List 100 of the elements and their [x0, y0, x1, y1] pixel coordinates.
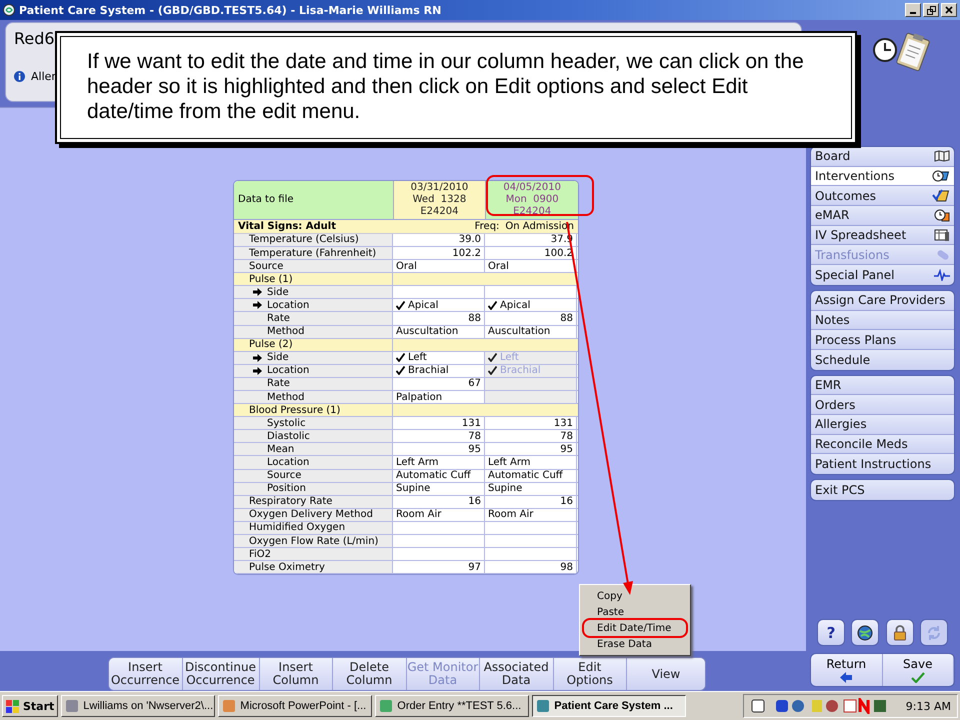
row-label: Diastolic — [267, 430, 310, 442]
taskbar-button[interactable]: Lwilliams on 'Nwserver2\... — [61, 695, 216, 717]
sidebar-item[interactable]: Interventions — [811, 166, 954, 186]
lock-icon — [892, 624, 907, 640]
row-label: Systolic — [267, 418, 306, 429]
toolbar-button[interactable]: Delete Column — [333, 658, 406, 690]
toolbar-button[interactable]: Edit Options — [554, 658, 627, 690]
toolbar-button[interactable]: Insert Column — [260, 658, 333, 690]
toolbar-button[interactable]: Discontinue Occurrence — [182, 658, 260, 690]
return-button[interactable]: Return — [811, 654, 882, 686]
app-icon — [3, 4, 15, 16]
row-label: Rate — [267, 312, 290, 324]
restore-button[interactable] — [923, 3, 939, 17]
row-label: Source — [249, 260, 284, 272]
table-cell[interactable]: Brachial — [393, 364, 485, 377]
toolbar-button[interactable]: Insert Occurrence — [109, 658, 182, 690]
sidebar-item[interactable]: Process Plans — [811, 330, 954, 350]
minimize-button[interactable] — [905, 3, 921, 17]
spreadsheet-icon — [934, 228, 950, 242]
sidebar-item[interactable]: Orders — [811, 395, 954, 415]
row-label: Temperature (Fahrenheit) — [249, 248, 376, 258]
row-label: Mean — [267, 444, 294, 455]
row-label: Side — [267, 352, 289, 364]
table-cell[interactable]: Automatic Cuff — [393, 470, 485, 482]
sidebar-item[interactable]: IV Spreadsheet — [811, 226, 954, 246]
map-icon — [934, 150, 950, 162]
taskbar-button[interactable]: Patient Care System ... — [532, 695, 686, 717]
sidebar-item[interactable]: Exit PCS — [811, 480, 954, 500]
clock-box-icon — [934, 208, 950, 222]
left-arrow-icon — [840, 672, 852, 683]
table-cell[interactable]: Auscultation — [393, 326, 485, 338]
row-label: Humidified Oxygen — [249, 522, 346, 534]
close-button[interactable] — [941, 3, 957, 17]
clock-time: 9:13 AM — [906, 700, 951, 712]
row-label: Method — [267, 392, 305, 403]
sidebar-item[interactable]: Patient Instructions — [811, 454, 954, 474]
app-icon — [222, 699, 236, 713]
table-cell[interactable]: Apical — [485, 299, 577, 312]
check-icon — [910, 672, 925, 683]
globe-button[interactable] — [851, 619, 880, 646]
row-label: Pulse Oximetry — [249, 562, 325, 573]
column-header[interactable]: 04/05/2010 Mon 0900 E24204 — [485, 180, 578, 219]
lock-button[interactable] — [886, 619, 914, 646]
sidebar-item[interactable]: Outcomes — [811, 186, 954, 206]
sidebar-item[interactable]: Allergies — [811, 414, 954, 435]
menu-item[interactable]: Edit Date/Time — [584, 620, 686, 636]
menu-item[interactable]: Paste — [582, 604, 688, 620]
sidebar-item[interactable]: Special Panel — [811, 265, 954, 285]
menu-item[interactable]: Copy — [582, 588, 688, 604]
group-label: Blood Pressure (1) — [234, 404, 393, 416]
sidebar-item[interactable]: Assign Care Providers — [811, 290, 954, 310]
taskbar-button[interactable]: Microsoft PowerPoint - [... — [218, 695, 372, 717]
table-corner-label: Data to file — [234, 180, 393, 219]
restore-icon — [926, 6, 936, 14]
start-button[interactable]: Start — [2, 695, 58, 717]
help-button[interactable]: ? — [817, 619, 846, 646]
row-label: Respiratory Rate — [249, 496, 332, 508]
app-icon — [65, 699, 80, 713]
group-label: Pulse (2) — [234, 338, 393, 351]
sidebar-item[interactable]: Reconcile Meds — [811, 434, 954, 454]
frequency-label: Freq: — [474, 220, 500, 232]
row-label: Location — [267, 365, 310, 376]
row-label: Location — [267, 300, 310, 311]
close-icon — [945, 6, 953, 14]
save-button[interactable]: Save — [882, 654, 954, 686]
table-cell[interactable]: Auscultation — [485, 326, 577, 338]
windows-logo-icon — [6, 700, 20, 712]
row-label: Rate — [267, 378, 290, 390]
check-icon — [396, 300, 405, 310]
sidebar-item[interactable]: Board — [811, 147, 954, 167]
patient-name: Red6 — [14, 29, 55, 48]
table-cell[interactable]: Automatic Cuff — [485, 470, 577, 482]
globe-icon — [857, 624, 874, 640]
toolbar-button[interactable]: View — [627, 658, 705, 690]
toolbar-button[interactable]: Associated Data — [480, 658, 554, 690]
pulse-wave-icon — [934, 268, 950, 281]
check-icon — [488, 300, 497, 310]
row-label: Oxygen Flow Rate (L/min) — [249, 536, 378, 547]
table-cell[interactable]: Left — [393, 352, 485, 364]
check-pad-icon — [932, 189, 950, 202]
sidebar-item[interactable]: eMAR — [811, 206, 954, 226]
column-header[interactable]: 03/31/2010 Wed 1328 E24204 — [392, 180, 486, 219]
taskbar-button[interactable]: Order Entry **TEST 5.6... — [375, 695, 530, 717]
row-label: Source — [267, 470, 302, 482]
sidebar-item[interactable]: Schedule — [811, 350, 954, 370]
group-label: Pulse (1) — [234, 273, 393, 286]
section-title: Vital Signs: Adult — [238, 220, 337, 232]
row-label: Position — [267, 483, 306, 494]
refresh-icon — [926, 624, 942, 640]
allergies-label: Aller — [31, 70, 56, 83]
callout-text: If we want to edit the date and time in our column header, we can click on the header so it is highlighted and then click on Edit options and select Edit date/time from the edit menu. — [87, 49, 805, 124]
menu-item[interactable]: Erase Data — [582, 636, 688, 652]
sidebar-item[interactable]: EMR — [811, 376, 954, 396]
table-cell[interactable]: Apical — [393, 299, 485, 312]
row-label: Location — [267, 457, 310, 468]
info-icon — [14, 71, 25, 82]
row-label: Side — [267, 286, 289, 298]
sidebar-item[interactable]: Notes — [811, 310, 954, 330]
row-label: FiO2 — [249, 548, 272, 560]
clock-pad-icon — [932, 170, 950, 182]
